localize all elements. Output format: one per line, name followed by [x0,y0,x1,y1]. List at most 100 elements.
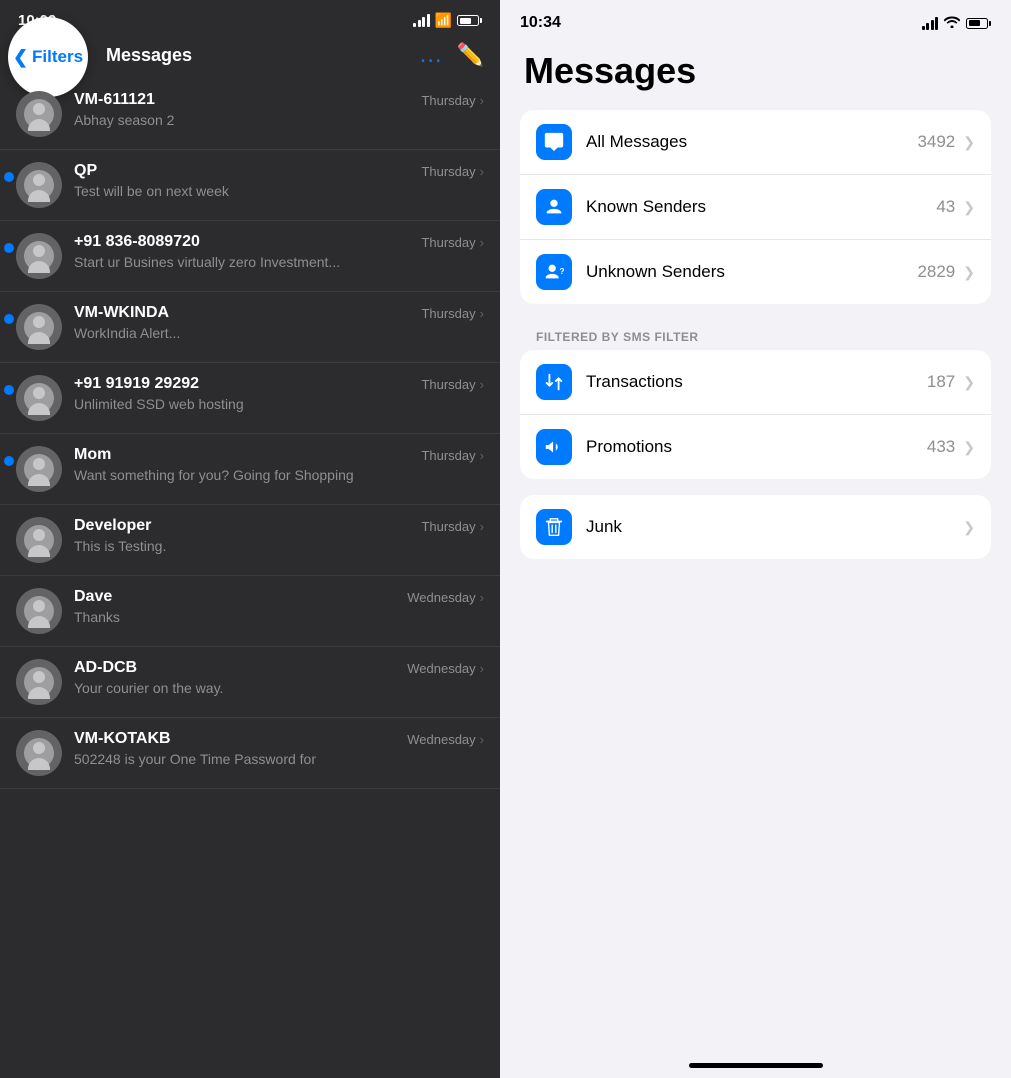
all-messages-count: 3492 [917,132,955,152]
unknown-senders-count: 2829 [917,262,955,282]
left-nav-bar: ❮ Filters Messages … ✏️ [0,35,500,79]
right-battery-icon [966,18,991,29]
person-question-icon: ? [536,254,572,290]
more-icon[interactable]: … [419,41,443,69]
message-date: Wednesday› [407,590,484,605]
message-item[interactable]: Mom Thursday› Want something for you? Goin… [0,434,500,505]
avatar [16,304,62,350]
unread-dot [4,243,14,253]
known-senders-chevron: ❯ [963,199,975,216]
message-date: Thursday› [421,519,484,534]
left-panel: 10:09 📶 ❮ Filters Messag [0,0,500,1078]
message-date: Wednesday› [407,661,484,676]
message-sender-name: QP [74,162,97,180]
promotions-item[interactable]: Promotions 433 ❯ [520,415,991,479]
junk-item[interactable]: Junk ❯ [520,495,991,559]
avatar [16,446,62,492]
sms-filter-label: FILTERED BY SMS FILTER [520,320,991,350]
promotions-chevron: ❯ [963,439,975,456]
message-date: Thursday› [421,93,484,108]
avatar [16,162,62,208]
message-preview: WorkIndia Alert... [74,325,484,341]
filtered-by-text: FILTERED BY [536,330,619,344]
avatar [16,659,62,705]
main-filter-section: All Messages 3492 ❯ Known Senders 43 ❯ [520,110,991,304]
message-preview: Thanks [74,609,484,625]
message-item[interactable]: Dave Wednesday› Thanks [0,576,500,647]
filtered-section: Transactions 187 ❯ Promotions 433 ❯ [520,350,991,479]
message-sender-name: +91 91919 29292 [74,375,199,393]
message-item[interactable]: AD-DCB Wednesday› Your courier on the way. [0,647,500,718]
compose-icon[interactable]: ✏️ [457,42,484,68]
left-nav-title: Messages [106,45,192,66]
avatar [16,233,62,279]
message-item[interactable]: +91 91919 29292 Thursday› Unlimited SSD we… [0,363,500,434]
right-status-icons [922,15,992,31]
message-preview: Unlimited SSD web hosting [74,396,484,412]
message-preview: Start ur Busines virtually zero Investme… [74,254,484,270]
promotions-label: Promotions [586,437,927,457]
wifi-icon: 📶 [435,12,452,29]
all-messages-item[interactable]: All Messages 3492 ❯ [520,110,991,175]
junk-section: Junk ❯ [520,495,991,559]
chat-bubble-icon [536,124,572,160]
message-item[interactable]: VM-611121 Thursday› Abhay season 2 [0,79,500,150]
message-sender-name: VM-KOTAKB [74,730,171,748]
unknown-senders-chevron: ❯ [963,264,975,281]
page-title: Messages [520,50,991,92]
person-circle-icon [536,189,572,225]
junk-chevron: ❯ [963,519,975,536]
home-indicator [689,1063,823,1068]
right-wifi-icon [944,15,960,31]
message-preview: 502248 is your One Time Password for [74,751,484,767]
message-preview: Abhay season 2 [74,112,484,128]
message-sender-name: +91 836-8089720 [74,233,200,251]
unread-dot [4,456,14,466]
message-sender-name: VM-611121 [74,91,155,109]
message-sender-name: Developer [74,517,151,535]
transactions-item[interactable]: Transactions 187 ❯ [520,350,991,415]
unknown-senders-label: Unknown Senders [586,262,917,282]
message-preview: Test will be on next week [74,183,484,199]
message-item[interactable]: Developer Thursday› This is Testing. [0,505,500,576]
svg-text:?: ? [560,267,565,276]
signal-bars-icon [413,14,430,27]
message-sender-name: Dave [74,588,112,606]
avatar [16,517,62,563]
trash-icon [536,509,572,545]
transactions-count: 187 [927,372,955,392]
transactions-label: Transactions [586,372,927,392]
message-date: Thursday› [421,448,484,463]
right-content: Messages All Messages 3492 ❯ [500,40,1011,1063]
message-preview: Want something for you? Going for Shoppi… [74,467,484,483]
unread-dot [4,385,14,395]
message-item[interactable]: +91 836-8089720 Thursday› Start ur Busines… [0,221,500,292]
message-item[interactable]: VM-KOTAKB Wednesday› 502248 is your One Ti… [0,718,500,789]
message-date: Thursday› [421,164,484,179]
unread-dot [4,172,14,182]
message-item[interactable]: VM-WKINDA Thursday› WorkIndia Alert... [0,292,500,363]
filters-label: Filters [32,47,83,67]
unread-dot [4,314,14,324]
transactions-chevron: ❯ [963,374,975,391]
avatar [16,375,62,421]
unknown-senders-item[interactable]: ? Unknown Senders 2829 ❯ [520,240,991,304]
message-sender-name: Mom [74,446,111,464]
message-date: Thursday› [421,306,484,321]
left-status-icons: 📶 [413,12,482,29]
left-nav-icons: … ✏️ [419,41,484,69]
arrows-icon [536,364,572,400]
message-item[interactable]: QP Thursday› Test will be on next week [0,150,500,221]
message-date: Thursday› [421,377,484,392]
known-senders-item[interactable]: Known Senders 43 ❯ [520,175,991,240]
message-date: Thursday› [421,235,484,250]
known-senders-count: 43 [936,197,955,217]
message-sender-name: VM-WKINDA [74,304,169,322]
message-date: Wednesday› [407,732,484,747]
avatar [16,91,62,137]
message-preview: Your courier on the way. [74,680,484,696]
message-preview: This is Testing. [74,538,484,554]
sms-filter-name: SMS FILTER [623,330,698,344]
avatar [16,730,62,776]
message-sender-name: AD-DCB [74,659,137,677]
